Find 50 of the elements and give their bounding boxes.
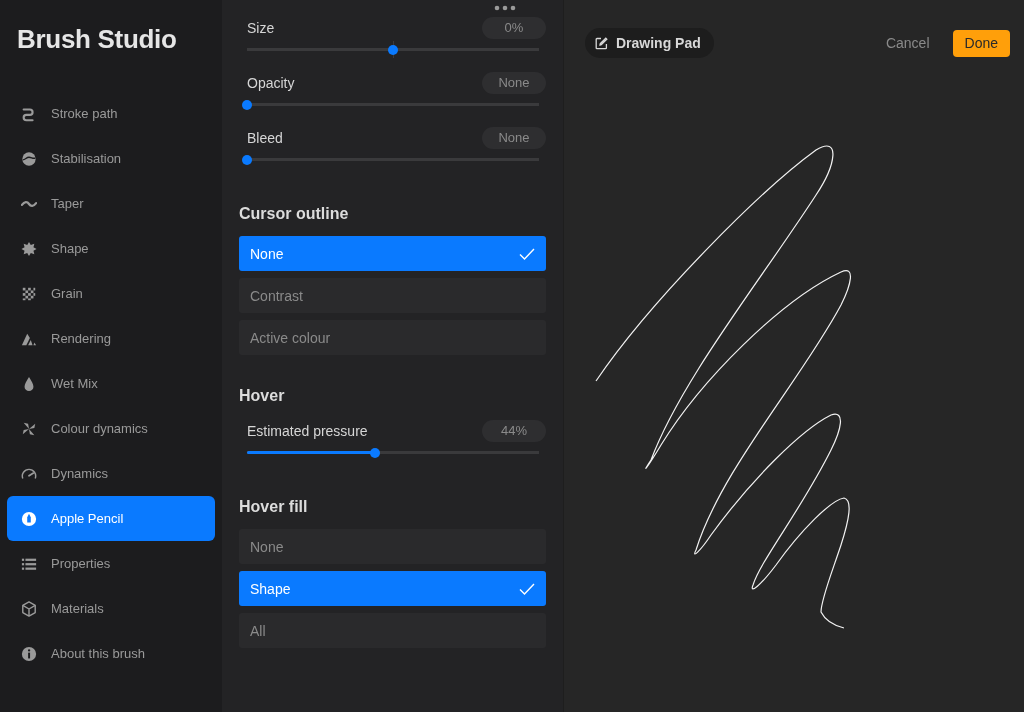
option-row[interactable]: All [239, 613, 546, 648]
slider-thumb[interactable] [242, 99, 252, 110]
value-readout: None [482, 72, 546, 94]
sidebar-item[interactable]: About this brush [7, 631, 215, 676]
section-heading: Hover [239, 386, 286, 406]
wave-circle-icon [21, 150, 37, 167]
option-row[interactable]: None [239, 529, 546, 564]
info-icon [21, 645, 37, 662]
slider-label: Size [247, 20, 275, 36]
option-row[interactable]: None [239, 236, 546, 271]
sidebar-item[interactable]: Apple Pencil [7, 496, 215, 541]
pinwheel-icon [21, 420, 37, 437]
value-readout: 0% [482, 17, 546, 39]
s-curve-icon [21, 105, 37, 122]
slider-label: Opacity [247, 75, 295, 91]
edit-icon [595, 36, 608, 50]
star-icon [21, 240, 37, 257]
option-row[interactable]: Active colour [239, 320, 546, 355]
sidebar-item[interactable]: Stabilisation [7, 136, 215, 181]
sidebar-item[interactable]: Shape [7, 226, 215, 271]
slider-thumb[interactable] [242, 154, 252, 165]
slider-thumb[interactable] [388, 44, 398, 55]
sidebar-item[interactable]: Materials [7, 586, 215, 631]
slider-label: Estimated pressure [247, 423, 368, 439]
slider-label: Bleed [247, 130, 283, 146]
drawing-pad-label[interactable]: Drawing Pad [585, 28, 714, 58]
sidebar-item[interactable]: Properties [7, 541, 215, 586]
done-button[interactable]: Done [952, 29, 1010, 57]
more-icon[interactable] [494, 5, 516, 11]
cube-icon [21, 600, 37, 617]
value-readout: 44% [482, 420, 546, 442]
slider-thumb[interactable] [370, 447, 381, 458]
sidebar-item[interactable]: Rendering [7, 316, 215, 361]
checker-icon [21, 285, 37, 302]
option-row[interactable]: Contrast [239, 278, 546, 313]
sidebar-item[interactable]: Taper [7, 181, 215, 226]
app-title: Brush Studio [16, 23, 178, 56]
sidebar-item[interactable]: Wet Mix [7, 361, 215, 406]
checkmark-icon [519, 247, 535, 260]
sidebar-item[interactable]: Stroke path [7, 91, 215, 136]
value-readout: None [482, 127, 546, 149]
cancel-button[interactable]: Cancel [885, 35, 930, 51]
sidebar-item[interactable]: Colour dynamics [7, 406, 215, 451]
checkmark-icon [519, 582, 535, 595]
option-row[interactable]: Shape [239, 571, 546, 606]
sidebar-item[interactable]: Dynamics [7, 451, 215, 496]
pencil-badge-icon [21, 510, 37, 527]
section-heading: Cursor outline [239, 204, 350, 224]
sidebar-item[interactable]: Grain [7, 271, 215, 316]
section-heading: Hover fill [239, 497, 309, 517]
